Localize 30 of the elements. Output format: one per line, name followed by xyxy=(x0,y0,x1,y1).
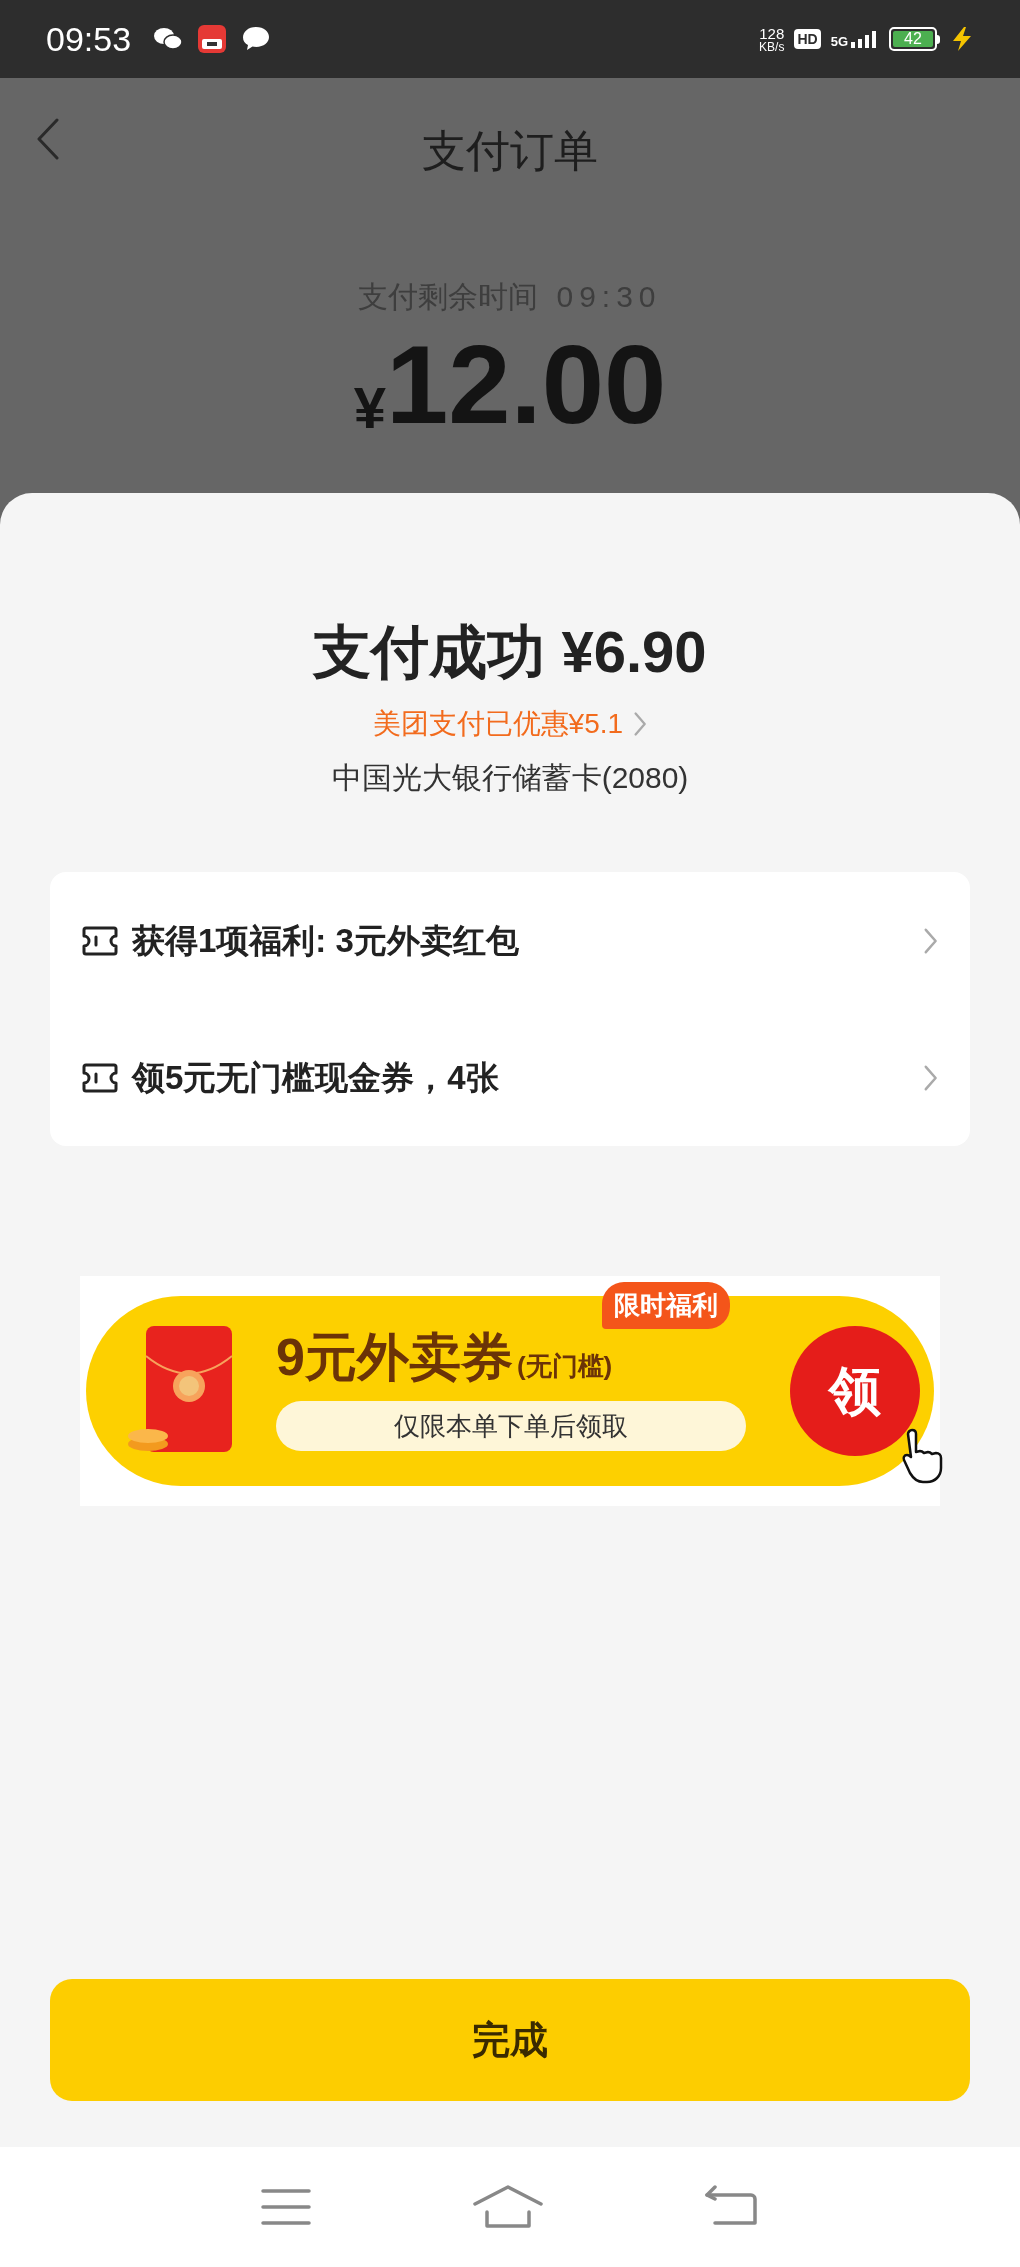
home-icon[interactable] xyxy=(473,2184,543,2230)
coupon-subtitle: 仅限本单下单后领取 xyxy=(276,1401,746,1451)
signal-icon xyxy=(851,30,879,48)
currency-symbol: ¥ xyxy=(353,379,386,437)
chevron-right-icon xyxy=(922,1063,938,1092)
hd-badge: HD xyxy=(794,29,821,49)
payment-card-label: 中国光大银行储蓄卡(2080) xyxy=(331,760,689,796)
order-amount: 12.00 xyxy=(386,329,667,441)
battery-level: 42 xyxy=(904,31,922,47)
chevron-right-icon xyxy=(633,711,648,737)
done-button[interactable]: 完成 xyxy=(50,1979,970,2101)
ticket-icon xyxy=(82,1061,118,1094)
limited-offer-tag: 限时福利 xyxy=(602,1282,730,1329)
speed-unit: KB/s xyxy=(759,40,785,53)
benefit-item[interactable]: 领5元无门槛现金券，4张 xyxy=(50,1009,970,1146)
app-icon xyxy=(197,24,228,54)
coupon-title: 9元外卖券 xyxy=(276,1331,513,1383)
benefit-item[interactable]: 获得1项福利: 3元外卖红包 xyxy=(50,872,970,1009)
message-bubble-icon xyxy=(241,25,272,53)
chat-bubbles-icon xyxy=(153,26,184,52)
menu-icon[interactable] xyxy=(261,2187,311,2227)
coupon-note: (无门槛) xyxy=(516,1353,613,1379)
payment-result-title: 支付成功 ¥6.90 xyxy=(313,623,707,681)
clock-time: 09:53 xyxy=(46,18,132,60)
page-title: 支付订单 xyxy=(422,125,598,177)
network-type: 5G xyxy=(830,35,848,48)
ticket-icon xyxy=(82,924,118,957)
network-speed: 128 xyxy=(759,25,785,41)
chevron-right-icon xyxy=(922,926,938,955)
claim-button[interactable]: 领 xyxy=(790,1326,920,1456)
